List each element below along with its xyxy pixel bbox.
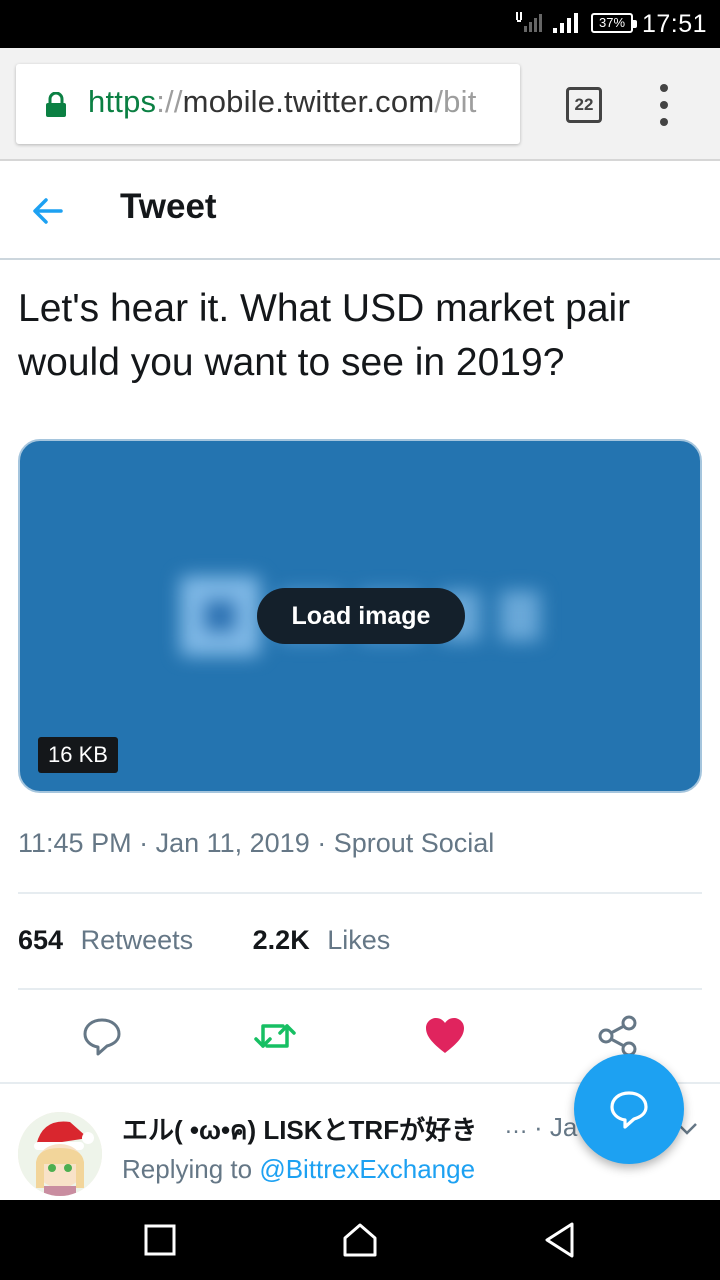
avatar-image [18, 1112, 102, 1196]
tweet-text: Let's hear it. What USD market pair woul… [18, 287, 631, 384]
back-nav-icon[interactable] [540, 1220, 580, 1260]
home-icon[interactable] [340, 1220, 380, 1260]
avatar[interactable] [18, 1112, 102, 1196]
replying-to: Replying to @BittrexExchange [122, 1154, 475, 1185]
url-host: mobile.twitter.com [182, 84, 435, 119]
tab-switcher-button[interactable]: 22 [566, 87, 602, 123]
browser-toolbar: https://mobile.twitter.com/bit 22 [0, 48, 720, 161]
tweet-date: Jan 11, 2019 [155, 828, 310, 858]
url-separator: :// [156, 84, 183, 119]
lock-icon [46, 92, 66, 117]
replying-to-label: Replying to [122, 1154, 253, 1184]
back-arrow-icon[interactable] [28, 191, 68, 231]
retweets-label[interactable]: Retweets [81, 925, 194, 955]
tweet-media[interactable]: Load image 16 KB [18, 439, 702, 793]
system-nav-bar [0, 1200, 720, 1280]
tweet-source[interactable]: Sprout Social [334, 828, 495, 858]
chat-bubble-icon [610, 1091, 648, 1129]
battery-indicator: 37% [591, 13, 637, 33]
image-size-badge: 16 KB [38, 737, 118, 773]
tweet-time: 11:45 PM [18, 828, 132, 858]
status-bar: 37% 17:51 [0, 0, 720, 48]
page-title: Tweet [120, 187, 217, 226]
no-sim-signal-icon [516, 12, 542, 32]
url-text: https://mobile.twitter.com/bit [88, 84, 477, 120]
page-header: Tweet [0, 161, 720, 260]
retweet-icon[interactable] [253, 1014, 297, 1058]
tweet-meta: 11:45 PM · Jan 11, 2019 · Sprout Social [18, 828, 495, 858]
divider [18, 892, 702, 894]
divider [18, 988, 702, 990]
like-heart-icon[interactable] [423, 1014, 467, 1058]
overflow-menu-icon[interactable] [652, 84, 676, 126]
replying-to-handle[interactable]: @BittrexExchange [259, 1154, 475, 1184]
reply-date: · Ja [534, 1112, 578, 1142]
clock: 17:51 [642, 10, 708, 38]
reply-author-name[interactable]: エル( •ω•ค) LISKとTRFが好き [122, 1110, 477, 1151]
recent-apps-icon[interactable] [140, 1220, 180, 1260]
tweet-stats: 654 Retweets 2.2K Likes [18, 925, 390, 956]
likes-label[interactable]: Likes [327, 925, 390, 955]
signal-icon [553, 13, 578, 33]
share-icon[interactable] [596, 1014, 640, 1058]
compose-reply-button[interactable] [574, 1054, 684, 1164]
url-bar[interactable]: https://mobile.twitter.com/bit [16, 64, 520, 144]
name-ellipsis: … [504, 1112, 528, 1139]
url-scheme: https [88, 84, 157, 119]
retweets-count[interactable]: 654 [18, 925, 63, 955]
reply-icon[interactable] [80, 1014, 124, 1058]
load-image-button[interactable]: Load image [257, 588, 465, 644]
url-path: /bit [434, 84, 477, 119]
likes-count[interactable]: 2.2K [253, 925, 310, 955]
